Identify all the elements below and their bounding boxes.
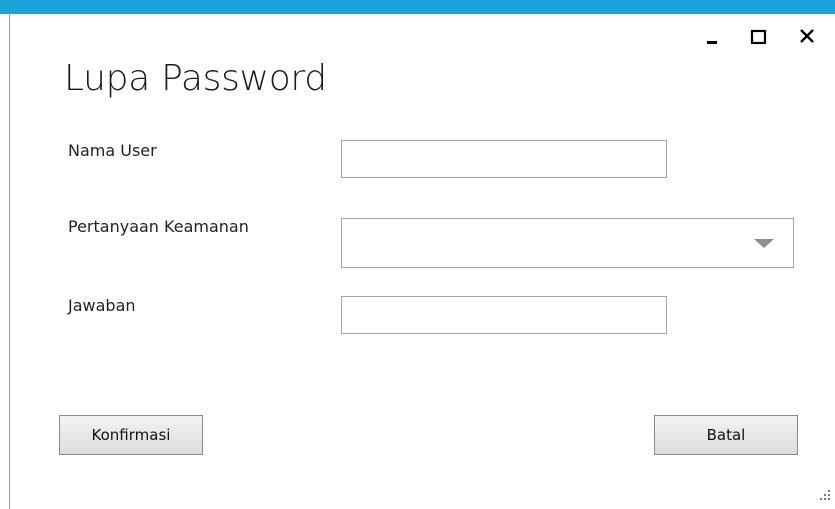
username-field[interactable] (341, 140, 667, 178)
forgot-password-window: Lupa Password Nama User Pertanyaan Keama… (0, 0, 835, 509)
answer-label: Jawaban (68, 296, 136, 315)
security-question-label: Pertanyaan Keamanan (68, 217, 249, 236)
maximize-button[interactable] (744, 24, 772, 52)
window-left-border (9, 14, 10, 509)
confirm-button[interactable]: Konfirmasi (59, 415, 203, 455)
resize-grip-icon[interactable] (818, 488, 832, 502)
minimize-icon (707, 41, 717, 44)
answer-field[interactable] (341, 296, 667, 334)
security-question-dropdown[interactable] (341, 218, 794, 268)
close-button[interactable] (794, 24, 822, 52)
maximize-icon (750, 29, 767, 45)
page-title: Lupa Password (64, 58, 327, 99)
cancel-button[interactable]: Batal (654, 415, 798, 455)
title-accent-bar (0, 0, 835, 14)
username-label: Nama User (68, 141, 157, 160)
minimize-button[interactable] (700, 24, 728, 52)
chevron-down-icon (754, 239, 774, 248)
close-icon (800, 29, 814, 43)
